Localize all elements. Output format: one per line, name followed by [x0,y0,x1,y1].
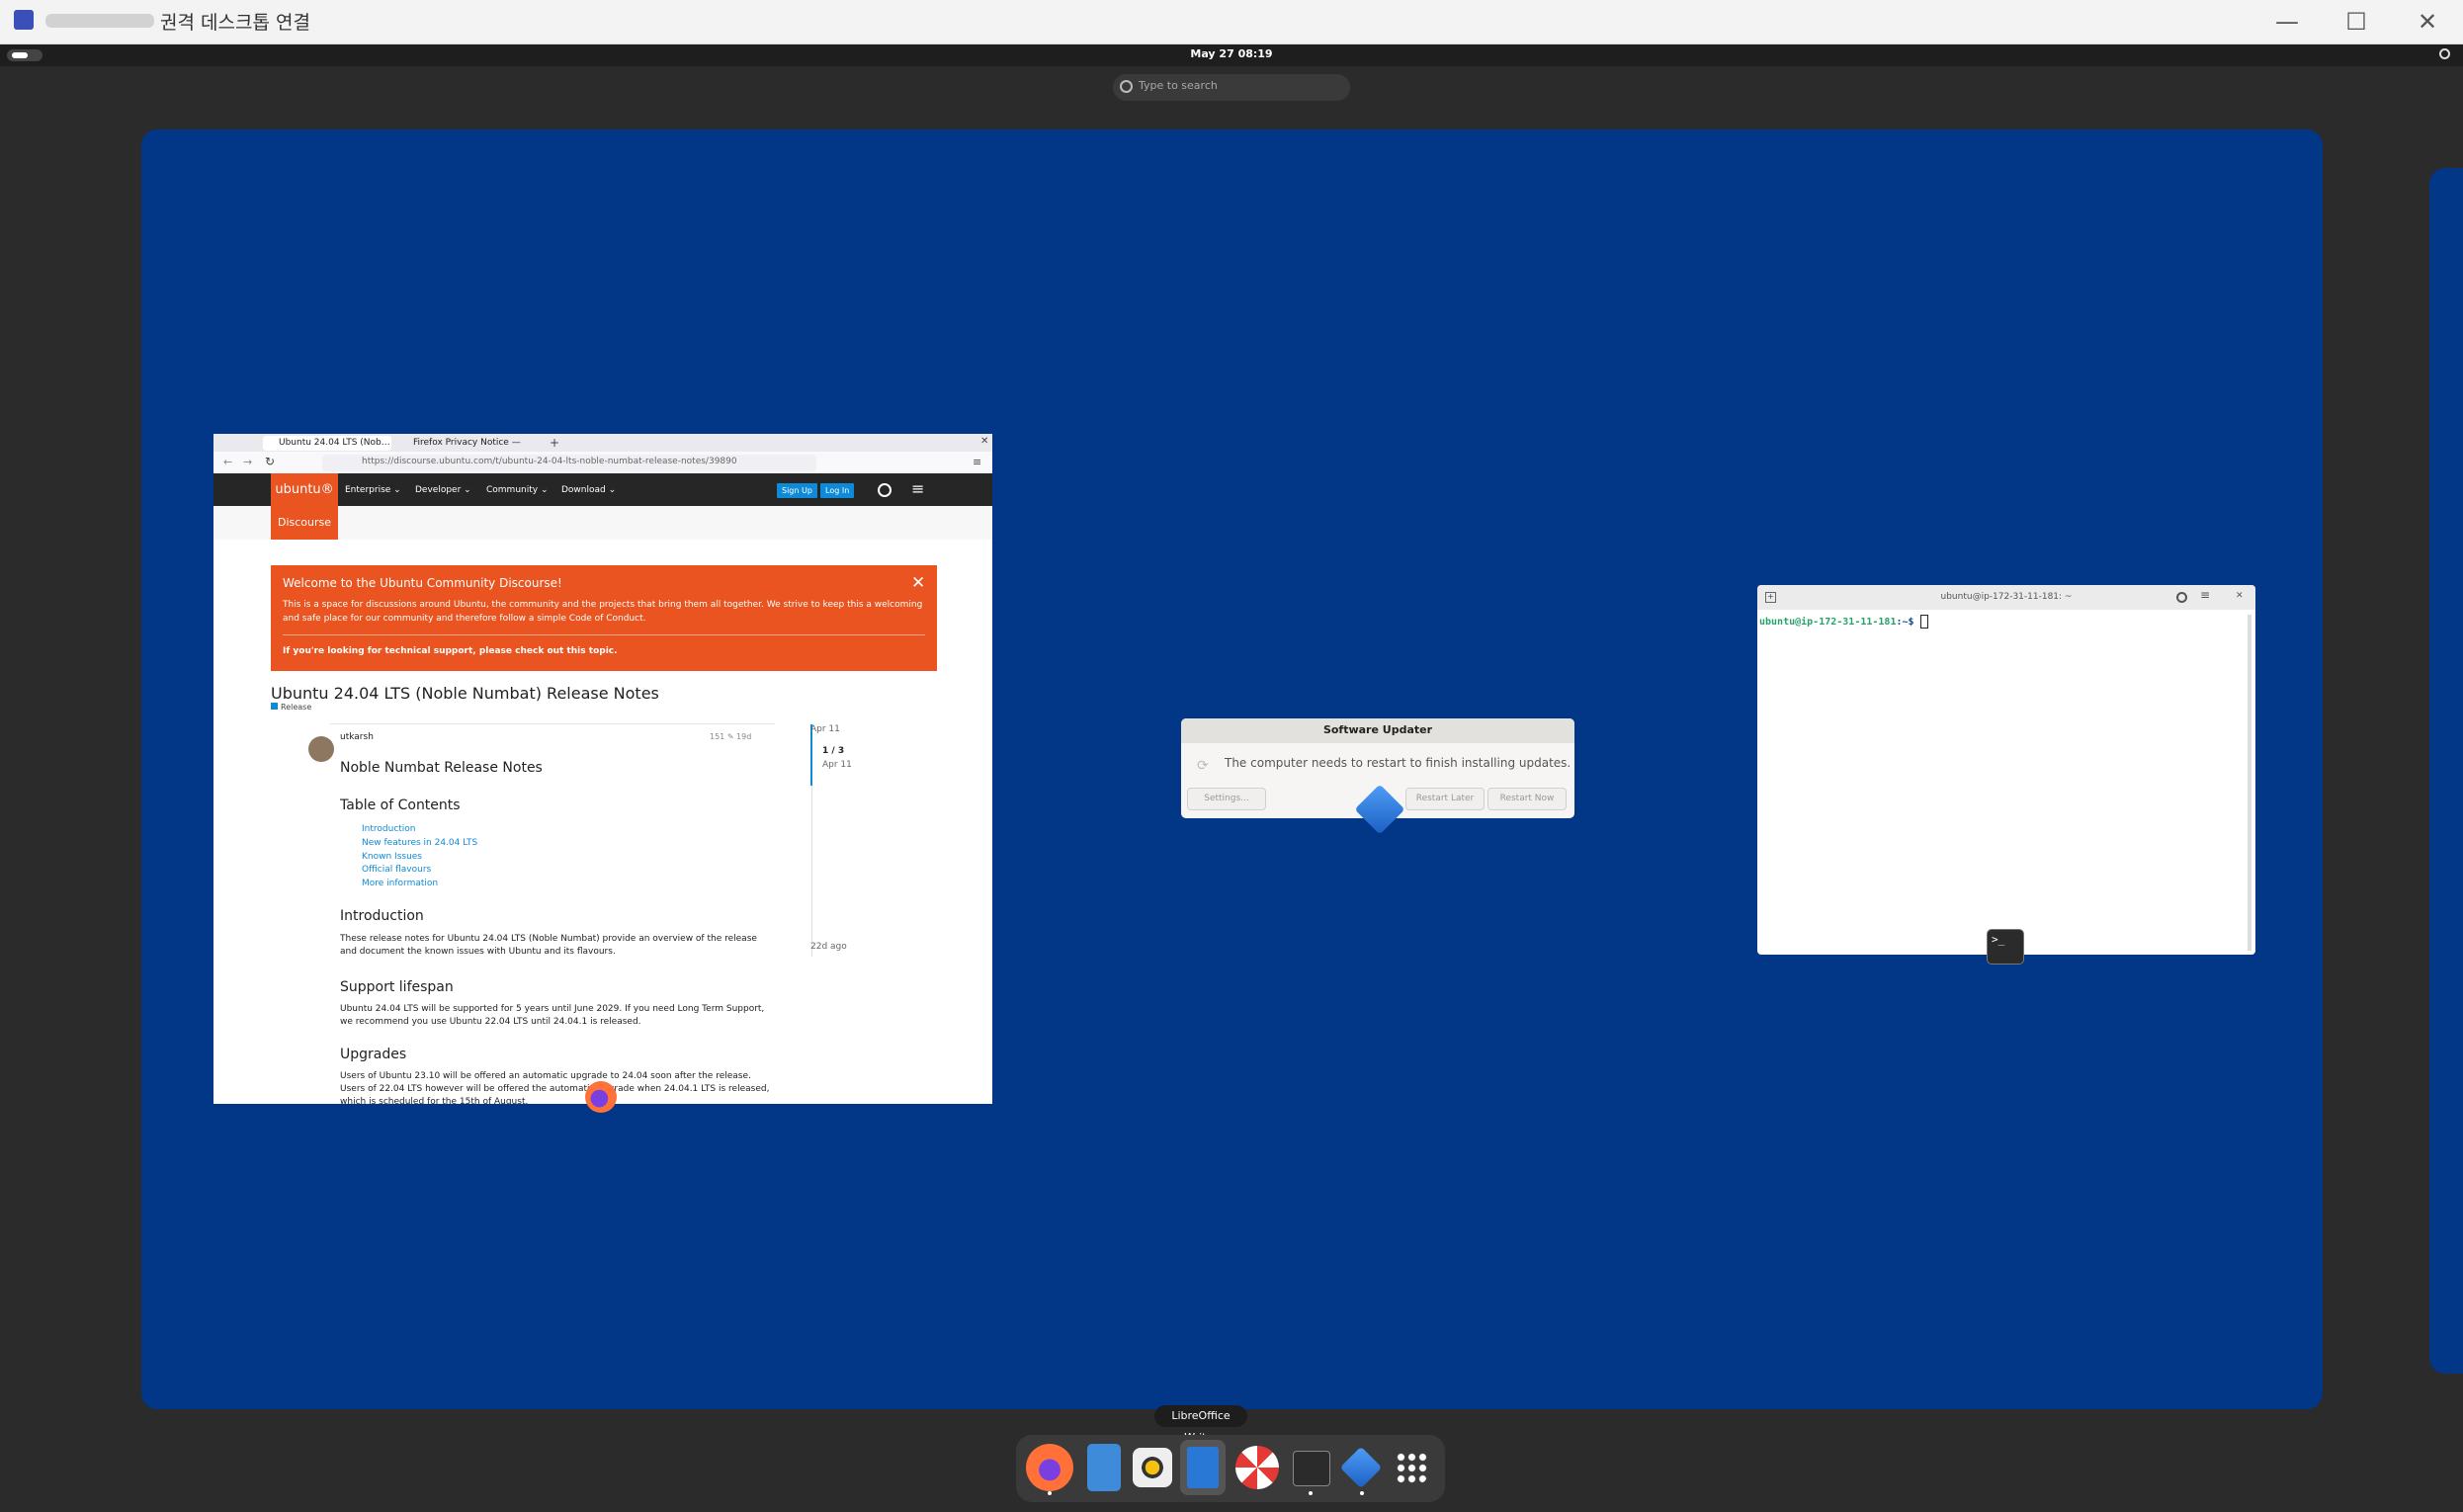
timeline-date: Apr 11 [822,760,852,770]
log-in-button[interactable]: Log In [820,483,855,498]
close-button[interactable]: ✕ [2400,6,2455,38]
post-heading: Noble Numbat Release Notes [340,760,543,776]
dialog-title: Software Updater [1322,723,1433,736]
banner-close-icon[interactable]: ✕ [911,573,925,593]
next-workspace-thumbnail[interactable] [2429,168,2463,1374]
dock [1016,1435,1445,1502]
support-heading: Support lifespan [340,979,454,995]
dialog-message: The computer needs to restart to finish … [1225,756,1571,770]
cursor [1919,615,1928,629]
hamburger-icon[interactable]: ≡ [911,479,924,498]
tab-ubuntu-release-notes[interactable]: Ubuntu 24.04 LTS (Nob… [263,436,391,451]
avatar[interactable] [308,736,334,762]
timeline-start[interactable]: Apr 11 [810,724,840,734]
firefox-window[interactable]: Ubuntu 24.04 LTS (Nob… Firefox Privacy N… [213,434,992,1104]
maximize-button[interactable]: ☐ [2329,6,2384,38]
topic-category[interactable]: Release [271,703,311,712]
rdp-title-bar [0,0,2463,44]
rdp-window-title: 권격 데스크톱 연결 [160,12,310,34]
search-placeholder: Type to search [1139,79,1218,92]
tab-privacy-notice[interactable]: Firefox Privacy Notice — [397,436,526,451]
restart-icon: ⟳ [1197,758,1209,774]
terminal-window-icon: >_ [1987,929,2024,965]
topic-title: Ubuntu 24.04 LTS (Noble Numbat) Release … [271,684,659,703]
rhythmbox-icon[interactable] [1133,1448,1172,1487]
welcome-banner: Welcome to the Ubuntu Community Discours… [271,565,937,671]
dock-tooltip: LibreOffice Writer [1154,1405,1247,1444]
restart-now-button[interactable]: Restart Now [1487,788,1567,810]
terminal-icon[interactable] [1293,1451,1330,1486]
support-text: Ubuntu 24.04 LTS will be supported for 5… [340,1004,765,1027]
firefox-icon[interactable] [1026,1444,1073,1491]
running-indicator [1309,1491,1313,1495]
activities-button[interactable] [7,49,42,61]
post-divider [330,723,775,724]
intro-text: These release notes for Ubuntu 24.04 LTS… [340,934,757,957]
post-meta: 151 ✎ 19d [710,732,752,741]
toc-link[interactable]: New features in 24.04 LTS [362,838,477,848]
sign-up-button[interactable]: Sign Up [777,483,817,498]
close-icon[interactable]: ✕ [2236,591,2244,601]
toc-link[interactable]: More information [362,879,438,888]
url-text: https://discourse.ubuntu.com/t/ubuntu-24… [362,457,737,466]
ubuntu-logo[interactable]: ubuntu® [271,473,338,506]
settings-button[interactable]: Settings... [1187,788,1266,810]
prompt-user: ubuntu@ip-172-31-11-181 [1759,617,1897,628]
app-grid-icon[interactable] [1396,1452,1427,1483]
running-indicator [1360,1491,1364,1495]
menu-icon[interactable]: ≡ [2200,588,2210,602]
discourse-tab[interactable]: Discourse [271,506,338,540]
upgrades-text: Users of Ubuntu 23.10 will be offered an… [340,1071,770,1104]
menu-icon[interactable]: ≡ [973,456,981,468]
banner-footer: If you're looking for technical support,… [283,646,618,656]
terminal-window[interactable]: + ubuntu@ip-172-31-11-181: ~ ≡ ✕ ubuntu@… [1757,585,2255,955]
minimize-button[interactable]: — [2259,6,2315,38]
rdp-host-blurred [45,14,154,28]
search-icon [1120,80,1133,93]
search-icon[interactable] [2176,592,2187,603]
reload-icon[interactable]: ↻ [265,455,275,468]
files-icon[interactable] [1087,1444,1121,1491]
libreoffice-writer-icon[interactable] [1187,1447,1219,1488]
search-icon[interactable] [878,483,892,497]
restart-later-button[interactable]: Restart Later [1405,788,1485,810]
forward-icon[interactable]: → [243,456,252,468]
banner-text: This is a space for discussions around U… [283,600,923,624]
nav-developer[interactable]: Developer ⌄ [415,485,471,495]
toc-link[interactable]: Official flavours [362,865,431,875]
timeline-end[interactable]: 22d ago [810,942,847,952]
toc-link[interactable]: Known Issues [362,852,422,862]
banner-title: Welcome to the Ubuntu Community Discours… [283,576,562,590]
help-icon[interactable] [1235,1446,1279,1489]
terminal-prompt[interactable]: ubuntu@ip-172-31-11-181:~$ [1759,615,1928,629]
nav-enterprise[interactable]: Enterprise ⌄ [345,485,401,495]
back-icon[interactable]: ← [223,456,232,468]
rdp-app-icon [14,10,34,30]
nav-download[interactable]: Download ⌄ [561,485,616,495]
clock[interactable]: May 27 08:19 [1147,47,1316,60]
scrollbar[interactable] [2248,615,2251,951]
timeline-position: 1 / 3 [822,746,845,756]
nav-community[interactable]: Community ⌄ [486,485,549,495]
toc-link[interactable]: Introduction [362,824,416,834]
prompt-path: :~$ [1896,617,1920,628]
power-icon[interactable] [2439,48,2450,59]
running-indicator [1048,1491,1052,1495]
tab-close-icon[interactable]: ✕ [980,436,988,447]
new-tab-icon[interactable]: + [550,436,559,450]
intro-heading: Introduction [340,908,424,924]
toc-heading: Table of Contents [340,798,461,813]
post-author[interactable]: utkarsh [340,732,374,742]
banner-divider [283,634,925,635]
upgrades-heading: Upgrades [340,1047,407,1062]
firefox-window-icon [585,1081,617,1113]
